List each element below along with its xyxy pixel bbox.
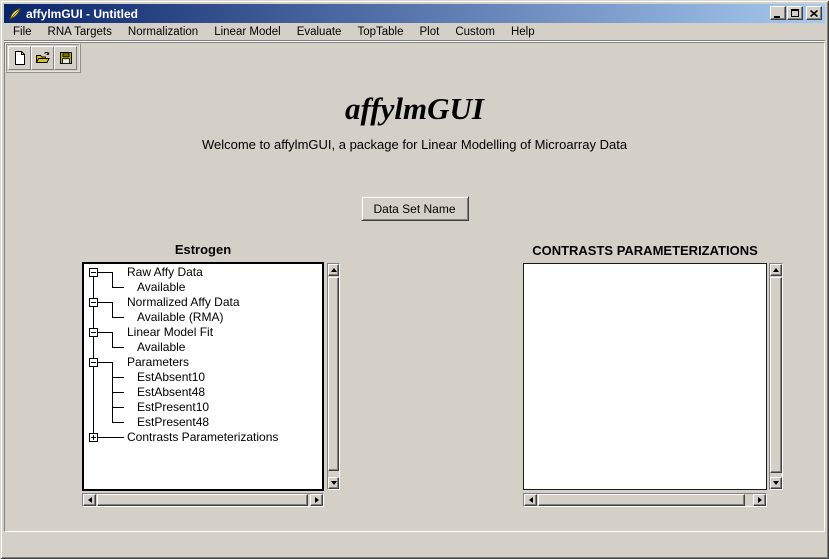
menu-item-custom[interactable]: Custom	[447, 24, 503, 40]
arrow-up-icon	[773, 268, 779, 272]
scrollbar-thumb[interactable]	[328, 277, 339, 471]
tree-line	[112, 377, 124, 378]
estrogen-vertical-scrollbar[interactable]	[327, 263, 340, 490]
tree-line	[112, 422, 124, 423]
tree-expand-box[interactable]	[89, 433, 98, 442]
plus-glyph	[93, 435, 94, 440]
tree-node-label[interactable]: Raw Affy Data	[127, 265, 203, 280]
menu-bar: FileRNA TargetsNormalizationLinear Model…	[4, 23, 825, 40]
tree-node-label[interactable]: EstPresent48	[137, 415, 209, 430]
window-title: affylmGUI - Untitled	[26, 7, 138, 21]
scroll-left-button[interactable]	[524, 494, 537, 506]
minus-glyph	[91, 272, 96, 273]
tree-line	[98, 272, 113, 273]
close-button[interactable]	[806, 6, 822, 20]
minus-glyph	[91, 302, 96, 303]
tree-node-label[interactable]: Available (RMA)	[137, 310, 223, 325]
open-folder-icon	[35, 50, 51, 66]
tree-line	[98, 332, 113, 333]
app-window: affylmGUI - Untitled FileRNA TargetsNorm…	[0, 0, 829, 559]
contrasts-horizontal-scrollbar[interactable]	[523, 493, 767, 507]
tree-line	[112, 317, 124, 318]
minus-glyph	[91, 332, 96, 333]
minus-glyph	[91, 362, 96, 363]
tree-line	[112, 392, 124, 393]
tree-node-label[interactable]: EstPresent10	[137, 400, 209, 415]
estrogen-tree-listbox[interactable]: Raw Affy DataAvailableNormalized Affy Da…	[82, 262, 324, 491]
tree-collapse-box[interactable]	[89, 298, 98, 307]
menu-item-rna-targets[interactable]: RNA Targets	[40, 24, 120, 40]
content-frame: affylmGUI Welcome to affylmGUI, a packag…	[4, 42, 825, 532]
save-floppy-icon	[58, 50, 74, 66]
welcome-text: Welcome to affylmGUI, a package for Line…	[5, 137, 824, 152]
contrasts-panel-title: CONTRASTS PARAMETERIZATIONS	[523, 243, 767, 258]
tree-collapse-box[interactable]	[89, 328, 98, 337]
arrow-down-icon	[773, 481, 779, 485]
tk-feather-icon	[7, 6, 23, 22]
scroll-down-button[interactable]	[328, 477, 339, 489]
arrow-up-icon	[331, 268, 337, 272]
tree-line	[112, 332, 113, 348]
tree-line	[98, 362, 113, 363]
menu-item-normalization[interactable]: Normalization	[120, 24, 206, 40]
tree-node-label[interactable]: EstAbsent48	[137, 385, 205, 400]
new-file-button[interactable]	[8, 46, 31, 70]
tree-node-label[interactable]: Parameters	[127, 355, 189, 370]
open-file-button[interactable]	[31, 46, 54, 70]
tree-line	[98, 437, 124, 438]
minimize-button[interactable]	[770, 6, 786, 20]
tree-collapse-box[interactable]	[89, 358, 98, 367]
tree-node-label[interactable]: Contrasts Parameterizations	[127, 430, 278, 445]
maximize-icon	[791, 9, 799, 17]
menu-item-evaluate[interactable]: Evaluate	[289, 24, 350, 40]
tree-node-label[interactable]: Linear Model Fit	[127, 325, 213, 340]
tree-line	[112, 347, 124, 348]
data-set-name-button[interactable]: Data Set Name	[360, 196, 468, 221]
scroll-down-button[interactable]	[770, 477, 782, 489]
menu-item-toptable[interactable]: TopTable	[349, 24, 411, 40]
save-file-button[interactable]	[54, 46, 77, 70]
arrow-down-icon	[331, 481, 337, 485]
tree-line	[93, 272, 94, 437]
menu-item-file[interactable]: File	[5, 24, 40, 40]
menu-item-linear-model[interactable]: Linear Model	[206, 24, 288, 40]
minimize-icon	[774, 16, 780, 18]
contrasts-vertical-scrollbar[interactable]	[769, 263, 783, 490]
window-controls	[770, 6, 822, 20]
arrow-left-icon	[88, 497, 92, 503]
arrow-left-icon	[529, 497, 533, 503]
scroll-up-button[interactable]	[770, 264, 782, 276]
tree-line	[112, 407, 124, 408]
scroll-left-button[interactable]	[83, 494, 96, 506]
estrogen-panel-title: Estrogen	[82, 242, 324, 257]
tree-node-label[interactable]: Normalized Affy Data	[127, 295, 240, 310]
title-bar[interactable]: affylmGUI - Untitled	[4, 4, 825, 23]
new-file-icon	[12, 50, 28, 66]
scroll-right-button[interactable]	[753, 494, 766, 506]
scrollbar-thumb[interactable]	[538, 494, 745, 506]
tree-line	[112, 287, 124, 288]
arrow-right-icon	[758, 497, 762, 503]
tree-node-label[interactable]: EstAbsent10	[137, 370, 205, 385]
scroll-up-button[interactable]	[328, 264, 339, 276]
maximize-button[interactable]	[787, 6, 803, 20]
tree-node-label[interactable]: Available	[137, 280, 185, 295]
page-title: affylmGUI	[5, 91, 824, 127]
arrow-right-icon	[315, 497, 319, 503]
toolbar	[5, 43, 81, 73]
tree-line	[112, 302, 113, 318]
contrasts-listbox[interactable]	[523, 263, 767, 490]
estrogen-tree: Raw Affy DataAvailableNormalized Affy Da…	[84, 264, 322, 489]
tree-line	[112, 272, 113, 288]
menu-item-plot[interactable]: Plot	[412, 24, 448, 40]
tree-line	[98, 302, 113, 303]
scrollbar-thumb[interactable]	[97, 494, 308, 506]
tree-collapse-box[interactable]	[89, 268, 98, 277]
scrollbar-thumb[interactable]	[770, 277, 782, 473]
scroll-right-button[interactable]	[310, 494, 323, 506]
estrogen-horizontal-scrollbar[interactable]	[82, 493, 324, 507]
menu-item-help[interactable]: Help	[503, 24, 543, 40]
tree-node-label[interactable]: Available	[137, 340, 185, 355]
close-icon	[810, 10, 818, 17]
